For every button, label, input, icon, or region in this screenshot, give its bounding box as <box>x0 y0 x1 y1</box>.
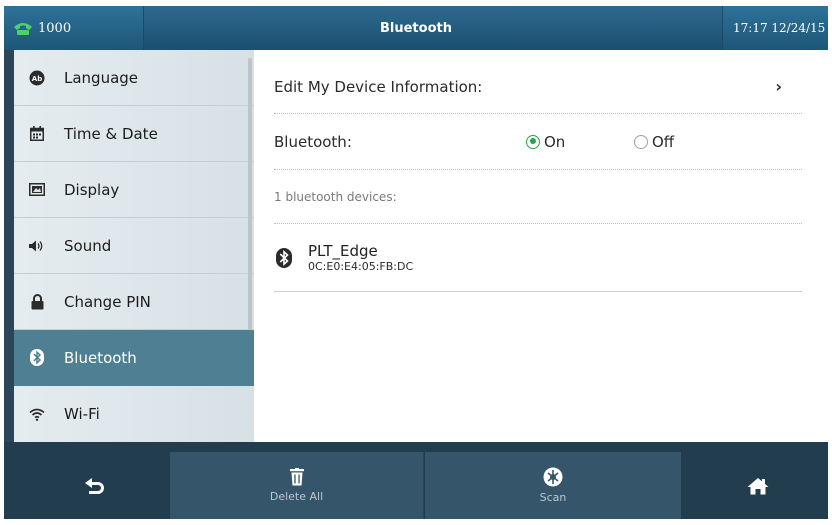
sidebar-scrollbar[interactable] <box>248 58 252 330</box>
display-icon <box>28 181 46 199</box>
bluetooth-toggle-row: Bluetooth: On Off <box>274 114 802 170</box>
delete-all-label: Delete All <box>269 490 324 503</box>
sidebar-item-bluetooth[interactable]: Bluetooth <box>14 330 254 386</box>
edit-device-info-label: Edit My Device Information: <box>274 77 483 96</box>
svg-text:Ab: Ab <box>32 75 42 83</box>
sidebar-item-label: Bluetooth <box>64 348 137 367</box>
scan-icon <box>543 467 563 487</box>
bluetooth-label: Bluetooth: <box>274 132 352 151</box>
delete-all-button[interactable]: Delete All <box>170 452 424 519</box>
edit-device-info-row[interactable]: Edit My Device Information: › <box>274 60 802 114</box>
sidebar-item-label: Change PIN <box>64 292 151 311</box>
chevron-right-icon: › <box>775 77 782 96</box>
scan-button[interactable]: Scan <box>425 452 681 519</box>
page-title: Bluetooth <box>380 20 452 36</box>
back-arrow-icon <box>85 477 104 494</box>
wifi-icon <box>28 405 46 423</box>
device-info: PLT_Edge 0C:E0:E4:05:FB:DC <box>308 242 413 274</box>
sidebar-item-language[interactable]: Ab Language <box>14 50 254 106</box>
sidebar-item-time-date[interactable]: Time & Date <box>14 106 254 162</box>
sidebar-item-sound[interactable]: Sound <box>14 218 254 274</box>
bluetooth-device-row[interactable]: PLT_Edge 0C:E0:E4:05:FB:DC <box>274 224 802 292</box>
softkey-bar: Delete All Scan <box>4 442 828 519</box>
device-mac-address: 0C:E0:E4:05:FB:DC <box>308 259 414 273</box>
sidebar-item-label: Sound <box>64 236 112 255</box>
radio-on-icon[interactable] <box>526 134 540 149</box>
scan-label: Scan <box>539 491 567 504</box>
bluetooth-device-icon <box>276 247 292 268</box>
bluetooth-off-option[interactable]: Off <box>634 133 674 151</box>
settings-sidebar: Ab Language Time & Date Display Sound Ch… <box>14 50 254 442</box>
home-icon <box>747 477 769 494</box>
sidebar-item-display[interactable]: Display <box>14 162 254 218</box>
device-name: PLT_Edge <box>308 241 378 260</box>
sidebar-item-change-pin[interactable]: Change PIN <box>14 274 254 330</box>
radio-off-icon[interactable] <box>634 134 648 149</box>
lock-icon <box>28 293 46 311</box>
sidebar-item-label: Display <box>64 180 120 199</box>
home-button[interactable] <box>688 452 828 519</box>
device-count-row: 1 bluetooth devices: <box>274 170 802 224</box>
clock-date: 17:17 12/24/15 <box>722 6 828 50</box>
speaker-icon <box>28 237 46 255</box>
bluetooth-icon <box>28 349 46 367</box>
bluetooth-off-label: Off <box>652 132 675 151</box>
bluetooth-on-label: On <box>544 132 566 151</box>
sidebar-item-label: Language <box>64 68 139 87</box>
sidebar-item-label: Time & Date <box>64 124 158 143</box>
bluetooth-on-option[interactable]: On <box>526 133 565 151</box>
trash-icon <box>289 468 304 486</box>
bluetooth-settings-panel: Edit My Device Information: › Bluetooth:… <box>254 50 828 442</box>
device-count-text: 1 bluetooth devices: <box>274 189 397 204</box>
sidebar-item-wifi[interactable]: Wi-Fi <box>14 386 254 442</box>
language-icon: Ab <box>28 69 46 87</box>
calendar-icon <box>28 125 46 143</box>
phone-screen: 1000 Bluetooth 17:17 12/24/15 Ab Languag… <box>4 6 828 519</box>
status-bar: 1000 Bluetooth 17:17 12/24/15 <box>4 6 828 50</box>
back-button[interactable] <box>24 452 164 519</box>
sidebar-item-label: Wi-Fi <box>64 405 100 423</box>
